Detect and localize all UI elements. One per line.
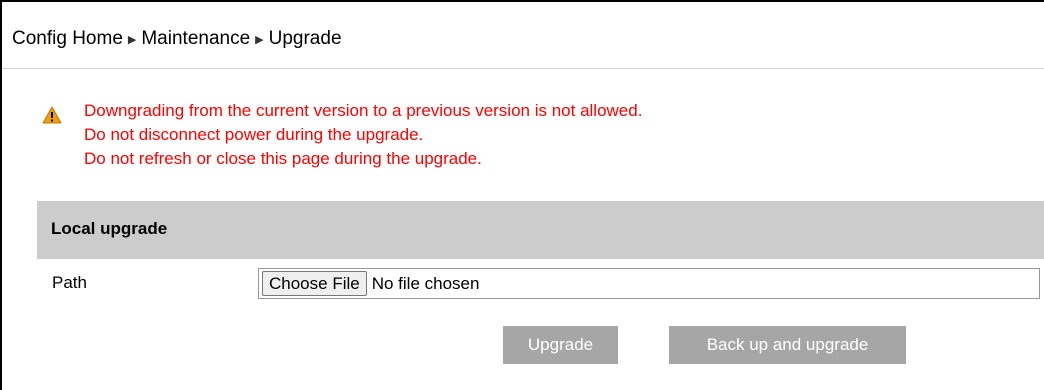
local-upgrade-section-header: Local upgrade (37, 201, 1044, 259)
file-status-text: No file chosen (371, 273, 480, 293)
header-divider (2, 68, 1044, 69)
breadcrumb-separator-icon: ▶ (127, 33, 137, 46)
backup-and-upgrade-button[interactable]: Back up and upgrade (669, 326, 906, 364)
breadcrumb-item-maintenance[interactable]: Maintenance (141, 28, 250, 50)
upgrade-button[interactable]: Upgrade (503, 326, 618, 364)
warning-line-downgrade: Downgrading from the current version to … (84, 101, 643, 120)
warning-messages: Downgrading from the current version to … (84, 99, 642, 171)
breadcrumb-item-upgrade: Upgrade (268, 28, 342, 49)
breadcrumb-separator-icon: ▶ (255, 33, 264, 46)
warning-line-power: Do not disconnect power during the upgra… (84, 125, 424, 144)
local-upgrade-title: Local upgrade (51, 219, 168, 238)
warning-line-refresh: Do not refresh or close this page during… (84, 149, 482, 168)
warning-triangle-icon (42, 106, 62, 124)
page-frame: Config Home ▶ Maintenance ▶ Upgrade Down… (0, 0, 1044, 390)
file-path-input[interactable]: Choose File No file chosen (258, 268, 1040, 299)
breadcrumb-item-config-home[interactable]: Config Home (12, 28, 123, 50)
path-label: Path (52, 273, 87, 292)
choose-file-button[interactable]: Choose File (262, 271, 367, 296)
breadcrumb: Config Home ▶ Maintenance ▶ Upgrade (12, 28, 342, 50)
